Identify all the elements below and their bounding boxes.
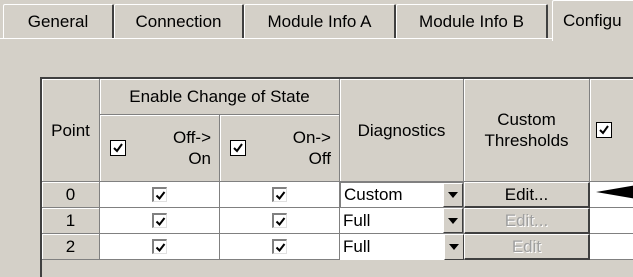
header-on-off[interactable]: On-> Off [220, 115, 340, 182]
header-label: Custom Thresholds [484, 110, 569, 150]
tab-label: General [27, 11, 89, 31]
tab-label: Configu [563, 11, 622, 30]
diagnostics-select[interactable]: Full [340, 208, 464, 234]
point-number: 0 [65, 184, 76, 204]
tab-connection[interactable]: Connection [114, 4, 244, 38]
header-label: Diagnostics [357, 120, 446, 140]
select-value: Custom [344, 185, 403, 204]
header-point: Point [42, 79, 100, 182]
point-number: 2 [65, 236, 76, 256]
cell-off-on[interactable] [100, 208, 220, 234]
edit-thresholds-button[interactable]: Edit... [464, 182, 590, 208]
header-enable-change-of-state: Enable Change of State [100, 79, 340, 115]
header-custom-thresholds: Custom Thresholds [464, 79, 590, 182]
cell-on-off[interactable] [220, 208, 340, 234]
table-row-header: 1 [42, 208, 100, 234]
table-row-header: 0 [42, 182, 100, 208]
tab-configuration[interactable]: Configu [552, 0, 633, 41]
cell-on-off[interactable] [220, 234, 340, 260]
select-value: Full [343, 237, 371, 256]
tab-label: Connection [135, 11, 222, 31]
points-grid: Point Enable Change of State Off-> On On… [40, 77, 633, 277]
edit-thresholds-button[interactable]: Edit [464, 234, 590, 260]
chevron-down-icon[interactable] [443, 208, 463, 233]
cell-off-on[interactable] [100, 182, 220, 208]
header-label: On-> Off [292, 128, 331, 168]
checkbox-checked-icon[interactable] [152, 187, 167, 202]
cell-indicator [590, 182, 633, 208]
checkbox-checked-icon[interactable] [596, 122, 612, 138]
edit-thresholds-button[interactable]: Edit... [464, 208, 590, 234]
header-off-on[interactable]: Off-> On [100, 115, 220, 182]
header-next-column[interactable] [590, 79, 633, 182]
point-number: 1 [65, 210, 76, 230]
diagnostics-select[interactable]: Custom [340, 182, 464, 208]
header-label: Enable Change of State [129, 87, 310, 106]
tab-general[interactable]: General [3, 4, 114, 38]
cell-off-on[interactable] [100, 234, 220, 260]
tab-bar: General Connection Module Info A Module … [0, 0, 633, 41]
tab-label: Module Info A [267, 11, 372, 31]
chevron-down-icon[interactable] [443, 183, 463, 207]
select-value: Full [343, 210, 371, 230]
checkbox-checked-icon[interactable] [230, 140, 246, 156]
button-label: Edit... [504, 184, 549, 204]
tab-module-info-b[interactable]: Module Info B [396, 4, 548, 38]
tab-label: Module Info B [419, 11, 524, 31]
header-label: Point [51, 120, 90, 140]
cell-indicator [590, 234, 633, 260]
diagnostics-select[interactable]: Full [340, 234, 464, 260]
tab-divider [0, 38, 633, 39]
table-row-header: 2 [42, 234, 100, 260]
cell-indicator [590, 208, 633, 234]
checkbox-checked-icon[interactable] [272, 187, 287, 202]
checkbox-checked-icon[interactable] [272, 213, 287, 228]
checkbox-checked-icon[interactable] [152, 239, 167, 254]
button-label: Edit... [504, 210, 549, 230]
tab-module-info-a[interactable]: Module Info A [244, 4, 396, 38]
checkbox-checked-icon[interactable] [152, 213, 167, 228]
checkbox-checked-icon[interactable] [272, 239, 287, 254]
checkbox-checked-icon[interactable] [110, 140, 126, 156]
chevron-down-icon[interactable] [444, 234, 464, 260]
cell-on-off[interactable] [220, 182, 340, 208]
header-diagnostics: Diagnostics [340, 79, 464, 182]
header-label: Off-> On [173, 128, 211, 168]
button-label: Edit [511, 236, 542, 256]
arrow-left-icon [596, 183, 633, 206]
